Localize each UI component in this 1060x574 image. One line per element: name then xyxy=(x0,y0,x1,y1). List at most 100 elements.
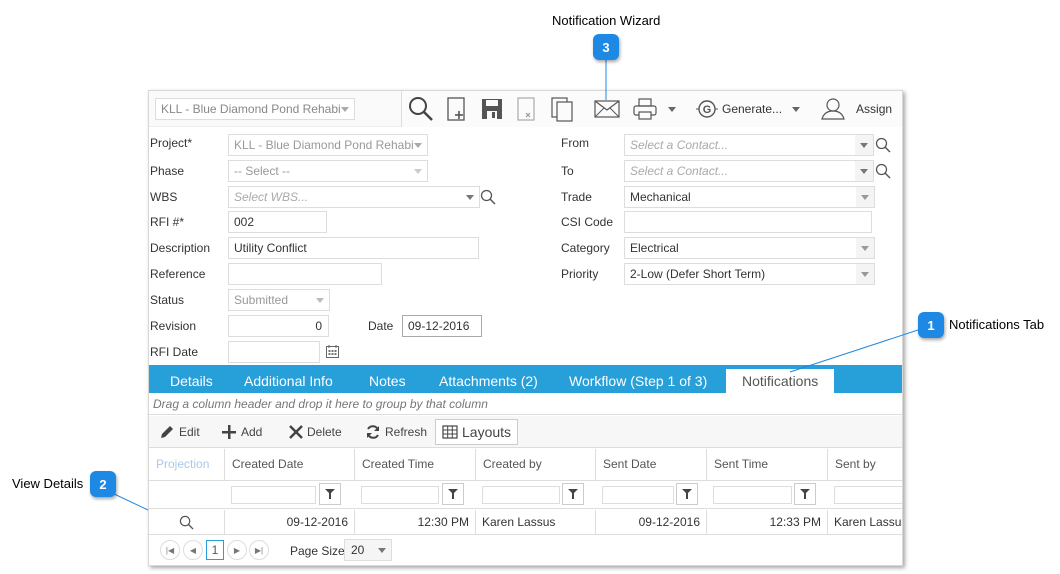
date-input[interactable]: 09-12-2016 xyxy=(402,315,482,337)
tab-notes[interactable]: Notes xyxy=(369,365,406,393)
copy-button[interactable] xyxy=(544,91,580,127)
trade-label: Trade xyxy=(561,190,592,204)
from-dropdown[interactable] xyxy=(855,135,873,155)
column-header-created-by[interactable]: Created by xyxy=(476,449,596,481)
grid-toolbar: Edit Add Delete Refresh Layouts xyxy=(149,416,902,448)
status-select[interactable]: Submitted xyxy=(228,289,330,311)
filter-button-created-time[interactable] xyxy=(442,483,464,505)
tab-bar: Details Additional Info Notes Attachment… xyxy=(149,365,902,393)
priority-dropdown[interactable] xyxy=(856,264,874,284)
calendar-icon[interactable] xyxy=(325,344,340,359)
page-size-select[interactable]: 20 xyxy=(344,539,392,561)
category-dropdown[interactable] xyxy=(856,238,874,258)
from-select[interactable]: Select a Contact... xyxy=(624,134,874,156)
chevron-down-icon xyxy=(466,195,474,200)
date-label: Date xyxy=(368,319,394,333)
plus-icon xyxy=(222,425,236,439)
from-search-icon[interactable] xyxy=(875,137,891,153)
wbs-select[interactable]: Select WBS... xyxy=(228,186,480,208)
next-page-button[interactable]: ▶ xyxy=(227,540,247,560)
svg-text:G: G xyxy=(703,104,712,116)
print-dropdown-caret[interactable] xyxy=(668,106,676,112)
notification-wizard-button[interactable] xyxy=(588,91,626,127)
filter-button-created-date[interactable] xyxy=(319,483,341,505)
phase-select[interactable]: -- Select -- xyxy=(228,160,428,182)
previous-page-button[interactable]: ◀ xyxy=(183,540,203,560)
delete-row-button[interactable]: Delete xyxy=(288,421,342,443)
column-header-sent-time[interactable]: Sent Time xyxy=(707,449,828,481)
save-button[interactable] xyxy=(474,91,510,127)
trade-dropdown[interactable] xyxy=(856,187,874,207)
priority-label: Priority xyxy=(561,267,599,281)
project-select[interactable]: KLL - Blue Diamond Pond Rehabi xyxy=(228,134,428,156)
phase-value: -- Select -- xyxy=(234,164,291,178)
cell-sent-by: Karen Lassus xyxy=(834,515,903,529)
filter-button-sent-time[interactable] xyxy=(794,483,816,505)
generate-button[interactable]: G Generate... xyxy=(690,91,806,127)
rfi-number-input[interactable]: 002 xyxy=(228,211,327,233)
csi-code-label: CSI Code xyxy=(561,215,614,229)
filter-input-sent-by[interactable] xyxy=(834,486,902,504)
tab-additional-info[interactable]: Additional Info xyxy=(244,365,333,393)
layouts-button[interactable]: Layouts xyxy=(435,419,519,445)
reference-input[interactable] xyxy=(228,263,382,285)
column-header-projection[interactable]: Projection xyxy=(149,449,225,481)
view-details-button[interactable] xyxy=(149,510,225,535)
tab-details[interactable]: Details xyxy=(170,365,213,393)
delete-button[interactable] xyxy=(510,91,544,127)
revision-input[interactable]: 0 xyxy=(228,315,329,337)
to-search-icon[interactable] xyxy=(875,163,891,179)
table-row[interactable]: 09-12-2016 12:30 PM Karen Lassus 09-12-2… xyxy=(149,510,902,535)
new-document-icon xyxy=(447,97,465,121)
chevron-down-icon xyxy=(414,143,422,148)
filter-input-created-by[interactable] xyxy=(482,486,560,504)
filter-button-created-by[interactable] xyxy=(562,483,584,505)
last-page-button[interactable]: ▶| xyxy=(249,540,269,560)
csi-code-input[interactable] xyxy=(624,211,872,233)
to-select[interactable]: Select a Contact... xyxy=(624,160,874,182)
refresh-button[interactable]: Refresh xyxy=(365,421,427,443)
rfi-panel: KLL - Blue Diamond Pond Rehabi G Generat… xyxy=(148,90,903,566)
tab-notifications[interactable]: Notifications xyxy=(726,369,835,393)
assign-button[interactable]: Assign xyxy=(814,91,903,127)
filter-input-created-time[interactable] xyxy=(361,486,439,504)
top-bar: KLL - Blue Diamond Pond Rehabi G Generat… xyxy=(149,91,902,127)
filter-input-sent-time[interactable] xyxy=(713,486,792,504)
new-button[interactable] xyxy=(440,91,474,127)
column-header-created-date[interactable]: Created Date xyxy=(225,449,355,481)
trade-select[interactable]: Mechanical xyxy=(624,186,875,208)
column-header-sent-date[interactable]: Sent Date xyxy=(596,449,707,481)
rfi-number-label: RFI #* xyxy=(150,215,185,229)
main-toolbar: G Generate... Assign xyxy=(401,91,903,127)
description-input[interactable]: Utility Conflict xyxy=(228,237,479,259)
filter-icon xyxy=(325,489,335,499)
header-project-select[interactable]: KLL - Blue Diamond Pond Rehabi xyxy=(155,98,355,120)
rfi-date-input[interactable] xyxy=(228,341,320,363)
wbs-search-icon[interactable] xyxy=(480,189,496,205)
search-button[interactable] xyxy=(402,91,440,127)
filter-button-sent-date[interactable] xyxy=(676,483,698,505)
column-header-created-time[interactable]: Created Time xyxy=(355,449,476,481)
chevron-down-icon xyxy=(861,272,869,277)
add-button[interactable]: Add xyxy=(221,421,262,443)
annotation-badge-3: 3 xyxy=(593,34,619,60)
last-page-icon: ▶| xyxy=(254,545,264,555)
category-select[interactable]: Electrical xyxy=(624,237,875,259)
to-dropdown[interactable] xyxy=(855,161,873,181)
filter-input-created-date[interactable] xyxy=(231,486,316,504)
filter-input-sent-date[interactable] xyxy=(602,486,674,504)
column-header-sent-by[interactable]: Sent by xyxy=(828,449,902,481)
first-page-button[interactable]: |◀ xyxy=(160,540,180,560)
tab-attachments[interactable]: Attachments (2) xyxy=(439,365,538,393)
priority-select[interactable]: 2-Low (Defer Short Term) xyxy=(624,263,875,285)
grid-layout-icon xyxy=(442,425,458,439)
edit-button[interactable]: Edit xyxy=(159,421,200,443)
group-by-drop-area[interactable]: Drag a column header and drop it here to… xyxy=(149,393,902,415)
chevron-down-icon xyxy=(902,107,903,112)
to-placeholder: Select a Contact... xyxy=(630,164,729,178)
current-page-button[interactable]: 1 xyxy=(206,540,224,560)
delete-document-icon xyxy=(517,97,535,121)
tab-workflow[interactable]: Workflow (Step 1 of 3) xyxy=(569,365,707,393)
assign-label: Assign xyxy=(856,102,893,116)
print-button[interactable] xyxy=(626,91,682,127)
